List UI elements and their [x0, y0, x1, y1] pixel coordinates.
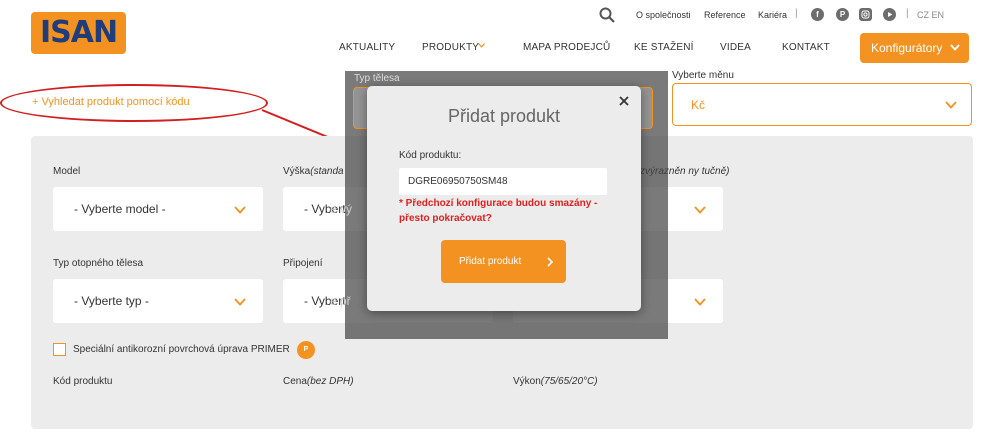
nav-item-news[interactable]: AKTUALITY: [339, 42, 395, 53]
chevron-down-icon: [478, 43, 485, 48]
primer-checkbox[interactable]: [53, 343, 66, 356]
body-type-label: Typ tělesa: [354, 73, 400, 84]
product-code-field-label: Kód produktu:: [399, 150, 462, 161]
util-separator: |: [906, 8, 909, 19]
add-product-button-label: Přidat produkt: [459, 256, 522, 267]
model-select-value: - Vyberte model -: [74, 202, 166, 216]
chevron-down-icon: [234, 298, 246, 306]
util-link-references[interactable]: Reference: [704, 10, 746, 20]
modal-title: Přidat produkt: [447, 106, 561, 126]
heater-type-label: Typ otopného tělesa: [53, 258, 144, 269]
close-icon[interactable]: [617, 94, 631, 108]
currency-select[interactable]: Kč: [672, 83, 972, 126]
nav-item-products[interactable]: PRODUKTY: [422, 42, 479, 53]
facebook-icon[interactable]: f: [811, 8, 824, 21]
util-link-careers[interactable]: Kariéra: [758, 10, 787, 20]
model-label: Model: [53, 166, 81, 177]
model-select[interactable]: - Vyberte model -: [53, 187, 263, 231]
output-label: Výkon(75/65/20°C): [513, 376, 598, 387]
top-utility-bar: O společnosti Reference Kariéra | f P | …: [0, 0, 1000, 30]
height-label: Výška(standa: [283, 166, 344, 177]
price-label: Cena(bez DPH): [283, 376, 354, 387]
currency-value: Kč: [691, 98, 706, 112]
language-switcher[interactable]: CZ EN: [917, 10, 944, 20]
chevron-down-icon: [234, 206, 246, 214]
connection-label: Připojení: [283, 258, 323, 269]
nav-item-videos[interactable]: VIDEA: [720, 42, 751, 53]
chevron-down-icon: [945, 101, 957, 109]
primer-label: Speciální antikorozní povrchová úprava P…: [73, 344, 290, 355]
heater-type-select[interactable]: - Vyberte typ -: [53, 279, 263, 323]
connection-select-tail: e př: [330, 294, 351, 308]
overwrite-warning: * Předchozí konfigurace budou smazány - …: [399, 198, 598, 224]
util-link-about[interactable]: O společnosti: [636, 10, 691, 20]
youtube-icon[interactable]: [883, 8, 896, 21]
nav-item-downloads[interactable]: KE STAŽENÍ: [634, 42, 694, 53]
add-product-button[interactable]: Přidat produkt: [441, 240, 566, 283]
pinterest-icon[interactable]: P: [836, 8, 849, 21]
product-code-input[interactable]: [399, 168, 607, 195]
heater-type-select-value: - Vyberte typ -: [74, 294, 149, 308]
util-separator: |: [795, 8, 798, 19]
height-select-tail: e vý: [330, 202, 353, 216]
primer-badge[interactable]: P: [297, 341, 315, 359]
chevron-right-icon: [547, 257, 553, 267]
nav-item-contact[interactable]: KONTAKT: [782, 42, 830, 53]
add-product-modal: Přidat produkt Kód produktu: * Předchozí…: [367, 86, 641, 311]
currency-label: Vyberte měnu: [672, 70, 734, 81]
configurator-button-label: Konfigurátory: [871, 41, 943, 55]
chevron-down-icon: [950, 44, 960, 51]
instagram-icon[interactable]: [859, 8, 872, 21]
configurator-button[interactable]: Konfigurátory: [860, 33, 969, 63]
search-icon[interactable]: [599, 7, 615, 23]
search-by-code-link[interactable]: + Vyhledat produkt pomocí kódu: [32, 96, 190, 108]
chevron-down-icon: [694, 298, 706, 306]
chevron-down-icon: [694, 206, 706, 214]
nav-item-dealer-map[interactable]: MAPA PRODEJCŮ: [523, 42, 610, 53]
product-code-label: Kód produktu: [53, 376, 113, 387]
